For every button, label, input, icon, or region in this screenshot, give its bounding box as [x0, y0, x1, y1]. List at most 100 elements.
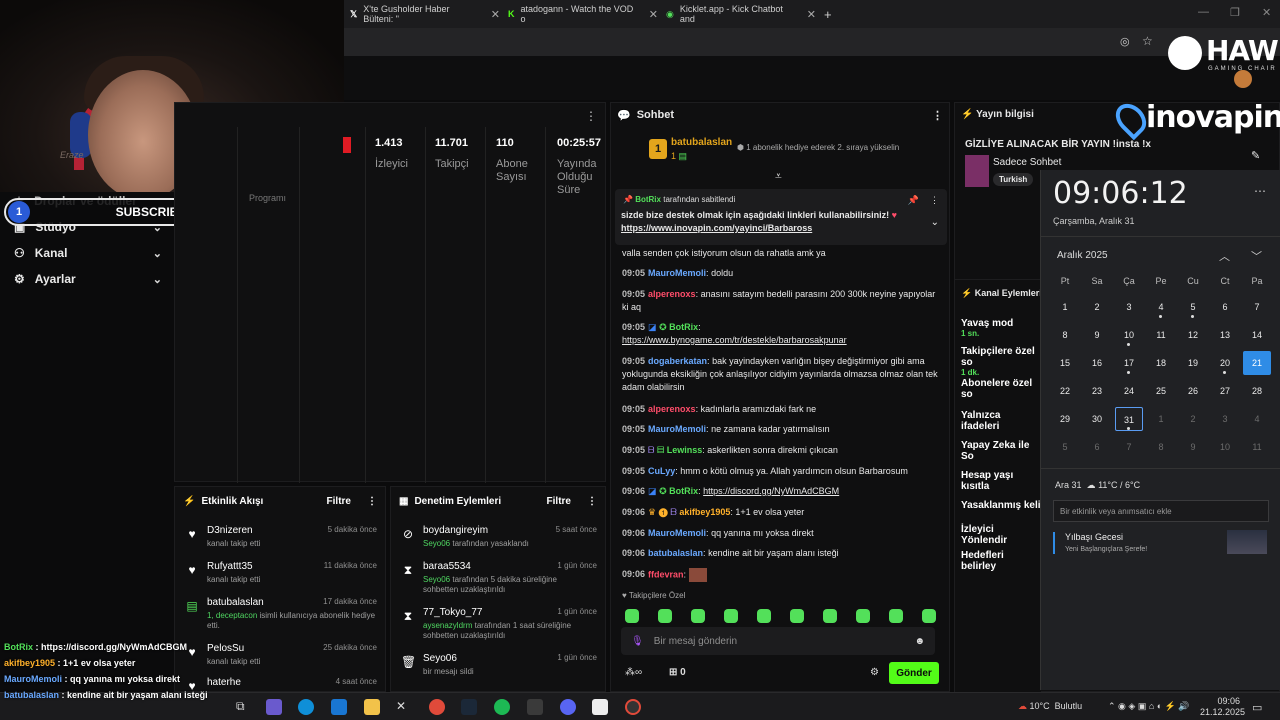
close-icon[interactable]: ✕ — [491, 8, 500, 21]
calendar-day[interactable]: 24 — [1115, 379, 1143, 403]
calendar-day[interactable]: 22 — [1051, 379, 1079, 403]
app-icon[interactable] — [527, 699, 543, 715]
calendar-day[interactable]: 15 — [1051, 351, 1079, 375]
mod-item-subscribers[interactable]: Abonelere özel so — [961, 378, 1041, 400]
calendar-day[interactable]: 1 — [1051, 295, 1079, 319]
calendar-day[interactable]: 30 — [1083, 407, 1111, 431]
tab-kicklet[interactable]: ◉ Kicklet.app - Kick Chatbot and ✕ — [666, 4, 816, 24]
copilot-icon[interactable] — [266, 699, 282, 715]
mod-item-followers[interactable]: Takipçilere özel so 1 dk. — [961, 346, 1041, 377]
calendar-day[interactable]: 11 — [1243, 435, 1271, 459]
calendar-day[interactable]: 27 — [1211, 379, 1239, 403]
close-icon[interactable]: ✕ — [807, 8, 816, 21]
calendar-day[interactable]: 12 — [1179, 323, 1207, 347]
star-icon[interactable]: ☆ — [1142, 34, 1153, 48]
calendar-month[interactable]: Aralık 2025 — [1057, 250, 1108, 261]
explorer-icon[interactable] — [364, 699, 380, 715]
event-title[interactable]: Yılbaşı Gecesi — [1065, 532, 1123, 542]
edit-icon[interactable]: ✎ — [1251, 149, 1260, 162]
spotify-icon[interactable] — [494, 699, 510, 715]
mic-icon[interactable]: 🎙 — [631, 636, 644, 647]
mod-item-banned-words[interactable]: Yasaklanmış keli — [961, 500, 1041, 511]
more-icon[interactable]: ⋮ — [930, 195, 939, 206]
new-tab-button[interactable]: + — [824, 4, 832, 24]
emote-icon[interactable] — [823, 609, 837, 623]
more-icon[interactable]: ⋯ — [1254, 184, 1266, 198]
calendar-day[interactable]: 4 — [1243, 407, 1271, 431]
calendar-day[interactable]: 7 — [1115, 435, 1143, 459]
calendar-day[interactable]: 18 — [1147, 351, 1175, 375]
emote-icon[interactable] — [790, 609, 804, 623]
close-window-icon[interactable]: ✕ — [1262, 6, 1271, 19]
chrome-icon[interactable] — [429, 699, 445, 715]
calendar-day[interactable]: 8 — [1147, 435, 1175, 459]
sidebar-item-channel[interactable]: ⚇ Kanal ⌄ — [14, 246, 162, 260]
weather-tray[interactable]: ☁ 10°C Bulutlu — [1018, 701, 1082, 712]
mod-item-slow-mode[interactable]: Yavaş mod 1 sn. — [961, 318, 1013, 338]
address-bar[interactable]: ◎ ☆ — [344, 28, 1280, 56]
chat-input[interactable]: 🎙 Bir mesaj gönderin ☻ — [621, 627, 935, 655]
close-icon[interactable]: ✕ — [649, 8, 658, 21]
calendar-day[interactable]: 25 — [1147, 379, 1175, 403]
pin-toggle-icon[interactable]: 📌 — [908, 195, 919, 206]
calendar-day[interactable]: 23 — [1083, 379, 1111, 403]
discord-icon[interactable] — [560, 699, 576, 715]
avatar[interactable] — [1234, 70, 1252, 88]
calendar-day[interactable]: 21 — [1243, 351, 1271, 375]
filter-button[interactable]: Filtre — [327, 496, 351, 507]
calendar-day[interactable]: 8 — [1051, 323, 1079, 347]
calendar-day[interactable]: 19 — [1179, 351, 1207, 375]
calendar-day[interactable]: 2 — [1083, 295, 1111, 319]
chevron-down-icon[interactable]: ⌄ — [931, 217, 939, 228]
minimize-icon[interactable]: — — [1198, 6, 1209, 18]
chat-settings-icon[interactable]: ⚙ — [870, 667, 879, 678]
calendar-day[interactable]: 7 — [1243, 295, 1271, 319]
calendar-day[interactable]: 10 — [1211, 435, 1239, 459]
edge-icon[interactable] — [298, 699, 314, 715]
calendar-day[interactable]: 28 — [1243, 379, 1271, 403]
top-gifter-name[interactable]: batubalaslan — [671, 137, 732, 148]
sidebar-item-settings[interactable]: ⚙ Ayarlar ⌄ — [14, 272, 162, 286]
emote-icon[interactable] — [856, 609, 870, 623]
obs-icon[interactable] — [625, 699, 641, 715]
calendar-day[interactable]: 3 — [1211, 407, 1239, 431]
notification-icon[interactable]: ▭ — [1252, 701, 1262, 714]
calendar-day[interactable]: 9 — [1179, 435, 1207, 459]
mod-item-goals[interactable]: Hedefleri belirley — [961, 550, 1041, 572]
send-button[interactable]: Gönder — [889, 662, 939, 684]
steam-icon[interactable] — [461, 699, 477, 715]
collapse-icon[interactable]: ⩡ — [775, 169, 782, 184]
more-icon[interactable]: ⋮ — [587, 496, 597, 507]
xbox-icon[interactable]: ✕ — [396, 699, 412, 715]
emote-icon[interactable] — [625, 609, 639, 623]
tab-kick[interactable]: K atadogann - Watch the VOD o ✕ — [508, 4, 658, 24]
pinned-link[interactable]: https://www.inovapin.com/yayinci/Barbaro… — [621, 223, 812, 233]
mod-item-emotes[interactable]: Yalnızca ifadeleri — [961, 410, 1041, 432]
app-icon[interactable] — [592, 699, 608, 715]
calendar-day[interactable]: 14 — [1243, 323, 1271, 347]
calendar-day[interactable]: 29 — [1051, 407, 1079, 431]
points-icon[interactable]: ⁂∞ — [625, 667, 642, 678]
emote-icon[interactable] — [724, 609, 738, 623]
tray-icons[interactable]: ⌃ ◉ ◈ ▣ ⌂ ◐ ⚡ 🔊 — [1108, 701, 1190, 712]
calendar-day[interactable]: 1 — [1147, 407, 1175, 431]
calendar-day[interactable]: 2 — [1179, 407, 1207, 431]
calendar-day[interactable]: 11 — [1147, 323, 1175, 347]
tab-x[interactable]: 𝕏 X'te Gusholder Haber Bülteni: " ✕ — [350, 4, 500, 24]
emote-icon[interactable] — [658, 609, 672, 623]
store-icon[interactable] — [331, 699, 347, 715]
chevron-down-icon[interactable]: ﹀ — [1251, 248, 1262, 264]
maximize-icon[interactable]: ❐ — [1230, 6, 1240, 19]
calendar-day[interactable]: 13 — [1211, 323, 1239, 347]
more-icon[interactable]: ⋮ — [367, 496, 377, 507]
eye-off-icon[interactable]: ◎ — [1120, 35, 1130, 48]
more-icon[interactable]: ⋮ — [585, 109, 597, 123]
emote-icon[interactable] — [691, 609, 705, 623]
calendar-day[interactable]: 16 — [1083, 351, 1111, 375]
emote-icon[interactable] — [922, 609, 936, 623]
calendar-day[interactable]: 5 — [1051, 435, 1079, 459]
chevron-up-icon[interactable]: ︿ — [1219, 248, 1230, 264]
emote-icon[interactable] — [757, 609, 771, 623]
event-input[interactable]: Bir etkinlik veya anımsatıcı ekle — [1053, 500, 1269, 522]
mod-item-account-age[interactable]: Hesap yaşı kısıtla — [961, 470, 1041, 492]
